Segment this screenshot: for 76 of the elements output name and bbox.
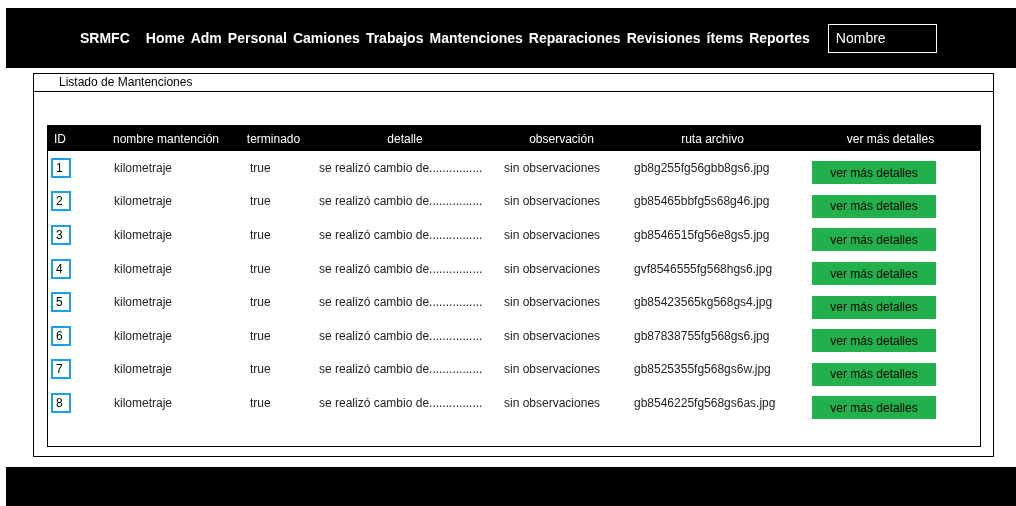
table-cell-text: gb8546225fg568gs6as.jpg bbox=[633, 395, 777, 410]
id-cell: 4 bbox=[51, 258, 71, 279]
table-cell-text: gb8546515fg56e8gs5.jpg bbox=[633, 228, 771, 242]
nav-link[interactable]: Camiones bbox=[292, 30, 360, 46]
table-cell-text: true bbox=[249, 328, 272, 343]
table-cell-text: sin observaciones bbox=[503, 395, 602, 410]
details-button[interactable]: ver más detalles bbox=[812, 362, 936, 386]
column-header: detalle bbox=[386, 131, 424, 146]
table-cell-text: se realizó cambio de................ bbox=[318, 328, 484, 343]
column-header: ID bbox=[53, 131, 67, 146]
table-cell-text: true bbox=[249, 228, 272, 242]
table-cell-text: sin observaciones bbox=[503, 160, 602, 175]
table-cell-text: true bbox=[249, 160, 272, 175]
details-button[interactable]: ver más detalles bbox=[812, 329, 936, 353]
table-cell-text: se realizó cambio de................ bbox=[318, 194, 484, 209]
details-button[interactable]: ver más detalles bbox=[812, 161, 936, 185]
table-cell-text: sin observaciones bbox=[503, 194, 602, 209]
table-cell-text: gb8g255fg56gbb8gs6.jpg bbox=[633, 160, 771, 175]
nav-link[interactable]: Home bbox=[145, 30, 185, 46]
details-button[interactable]: ver más detalles bbox=[812, 295, 936, 319]
table-cell-text: se realizó cambio de................ bbox=[318, 160, 484, 175]
brand-name: SRMFC bbox=[80, 30, 130, 46]
details-button[interactable]: ver más detalles bbox=[812, 228, 936, 252]
table-cell-text: sin observaciones bbox=[503, 228, 602, 242]
id-cell: 7 bbox=[51, 359, 71, 380]
column-header: ruta archivo bbox=[680, 131, 745, 146]
table-cell-text: true bbox=[249, 295, 272, 310]
table-cell-text: kilometraje bbox=[113, 362, 174, 377]
table-cell-text: true bbox=[249, 395, 272, 410]
nav-link[interactable]: Personal bbox=[227, 30, 287, 46]
table-cell-text: true bbox=[249, 261, 272, 276]
id-cell: 1 bbox=[51, 157, 71, 178]
details-button[interactable]: ver más detalles bbox=[812, 194, 936, 218]
table-cell-text: gb87838755fg568gs6.jpg bbox=[633, 328, 771, 343]
nav-link[interactable]: Reportes bbox=[749, 30, 810, 46]
table-cell-text: kilometraje bbox=[113, 261, 174, 276]
table-cell-text: sin observaciones bbox=[503, 295, 602, 310]
nav-link[interactable]: Trabajos bbox=[365, 30, 424, 46]
table-cell-text: true bbox=[249, 362, 272, 377]
table-cell-text: kilometraje bbox=[113, 160, 174, 175]
table-cell-text: se realizó cambio de................ bbox=[318, 261, 484, 276]
table-cell-text: sin observaciones bbox=[503, 362, 602, 377]
nav-link[interactable]: Adm bbox=[190, 30, 222, 46]
id-cell: 5 bbox=[51, 292, 71, 313]
table-cell-text: kilometraje bbox=[113, 194, 174, 209]
table-cell-text: kilometraje bbox=[113, 395, 174, 410]
id-cell: 2 bbox=[51, 191, 71, 212]
details-button[interactable]: ver más detalles bbox=[812, 262, 936, 286]
nav-link[interactable]: Revisiones bbox=[626, 30, 701, 46]
column-header: observación bbox=[528, 131, 595, 146]
search-field[interactable]: Nombre bbox=[827, 23, 937, 53]
table-cell-text: true bbox=[249, 194, 272, 209]
column-header: ver más detalles bbox=[845, 131, 936, 146]
table-cell-text: sin observaciones bbox=[503, 261, 602, 276]
column-header: terminado bbox=[245, 131, 302, 146]
table-cell-text: se realizó cambio de................ bbox=[318, 362, 484, 377]
table-cell-text: gb8525355fg568gs6w.jpg bbox=[633, 362, 772, 377]
id-cell: 8 bbox=[51, 392, 71, 413]
nav-link[interactable]: Mantenciones bbox=[429, 30, 523, 46]
details-button[interactable]: ver más detalles bbox=[812, 396, 936, 420]
panel-title: Listado de Mantenciones bbox=[34, 74, 993, 92]
table-cell-text: sin observaciones bbox=[503, 328, 602, 343]
table-cell-text: kilometraje bbox=[113, 328, 174, 343]
id-cell: 6 bbox=[51, 325, 71, 346]
nav-link[interactable]: ítems bbox=[706, 30, 744, 46]
table-cell-text: se realizó cambio de................ bbox=[318, 228, 484, 242]
id-cell: 3 bbox=[51, 225, 71, 245]
table-cell-text: gb85465bbfg5s68g46.jpg bbox=[633, 194, 771, 209]
table-cell-text: se realizó cambio de................ bbox=[318, 395, 484, 410]
table-cell-text: gb85423565kg568gs4.jpg bbox=[633, 295, 774, 310]
table-cell-text: kilometraje bbox=[113, 295, 174, 310]
nav-link[interactable]: Reparaciones bbox=[528, 30, 621, 46]
table-cell-text: gvf8546555fg568hgs6.jpg bbox=[633, 261, 774, 276]
column-header: nombre mantención bbox=[111, 131, 221, 146]
table-cell-text: se realizó cambio de................ bbox=[318, 295, 484, 310]
table-cell-text: kilometraje bbox=[113, 228, 174, 242]
